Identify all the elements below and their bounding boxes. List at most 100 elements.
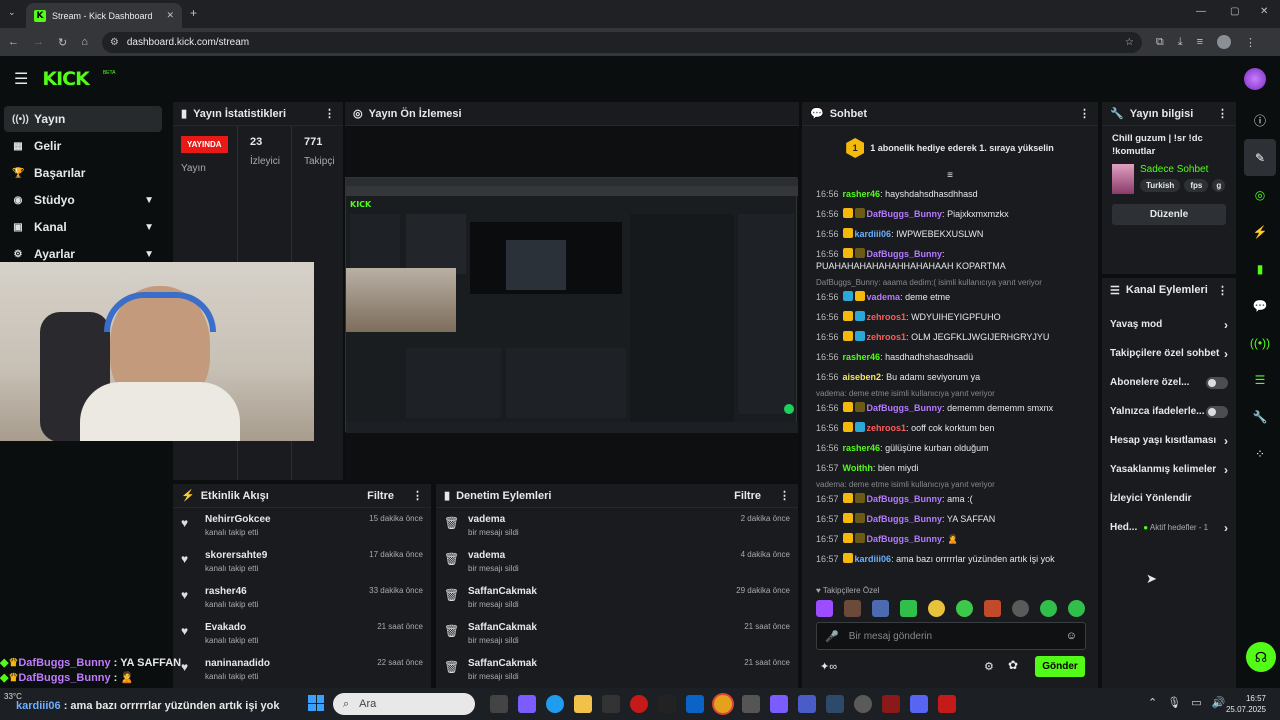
message-username[interactable]: rasher46 — [843, 189, 881, 199]
category-name[interactable]: Sadece Sohbet — [1140, 164, 1225, 175]
more-options-icon[interactable]: ⋮ — [1079, 107, 1090, 120]
tab-list-icon[interactable]: ⌄ — [8, 7, 16, 18]
extensions-icon[interactable]: ⧉ — [1156, 36, 1164, 49]
tag-chip[interactable]: g — [1212, 179, 1226, 192]
app-icon[interactable] — [854, 695, 872, 713]
site-info-icon[interactable]: ⚙ — [110, 37, 119, 48]
sidebar-item-basarilar[interactable]: 🏆 Başarılar — [4, 160, 162, 186]
raid-row[interactable]: İzleyici Yönlendir — [1102, 484, 1236, 513]
info-icon[interactable]: ⓘ — [1240, 102, 1280, 139]
message-username[interactable]: DafBuggs_Bunny — [867, 249, 943, 259]
infinity-icon[interactable]: ✦∞ — [820, 660, 837, 673]
slow-mode-row[interactable]: Yavaş mod › — [1102, 310, 1236, 339]
lightning-toggle-icon[interactable]: ⚡ — [1240, 213, 1280, 250]
actions-toggle-icon[interactable]: ☰ — [1240, 361, 1280, 398]
microphone-icon[interactable]: 🎤 — [825, 630, 839, 643]
message-username[interactable]: zehroos1 — [867, 423, 907, 433]
account-age-row[interactable]: Hesap yaşı kısıtlaması › — [1102, 426, 1236, 455]
app-icon[interactable] — [770, 695, 788, 713]
window-close-icon[interactable]: ✕ — [1260, 6, 1268, 17]
discord-icon[interactable] — [910, 695, 928, 713]
filter-button[interactable]: Filtre — [734, 490, 761, 502]
clock[interactable]: 16:57 25.07.2025 — [1222, 693, 1266, 715]
forward-icon[interactable]: → — [33, 36, 44, 48]
layout-icon[interactable]: ⁘ — [1240, 435, 1280, 472]
more-options-icon[interactable]: ⋮ — [1217, 107, 1228, 120]
hamburger-menu-icon[interactable]: ☰ — [14, 69, 28, 89]
moderation-toggle-icon[interactable]: ▮ — [1240, 250, 1280, 287]
copilot-icon[interactable] — [518, 695, 536, 713]
message-username[interactable]: vadema — [867, 292, 901, 302]
emoji-picker-icon[interactable]: ☺ — [1066, 630, 1077, 642]
stream-preview-video[interactable]: KICK — [345, 177, 798, 433]
edit-button[interactable]: Düzenle — [1112, 204, 1226, 225]
emote-icon[interactable] — [928, 600, 945, 617]
new-tab-icon[interactable]: + — [190, 6, 197, 20]
app-icon[interactable] — [742, 695, 760, 713]
chat-settings-icon[interactable]: ⚙ — [984, 660, 994, 673]
chevron-up-icon[interactable]: ⌃ — [1148, 696, 1157, 709]
opera-icon[interactable] — [630, 695, 648, 713]
pinned-gift-banner[interactable]: 1 1 abonelik hediye ederek 1. sıraya yük… — [802, 126, 1098, 170]
filter-button[interactable]: Filtre — [367, 490, 394, 502]
support-headset-icon[interactable]: ☊ — [1246, 642, 1276, 672]
media-icon[interactable]: ≡ — [1197, 36, 1203, 48]
chrome-icon[interactable] — [714, 695, 732, 713]
close-tab-icon[interactable]: ✕ — [166, 10, 174, 21]
more-options-icon[interactable]: ⋮ — [412, 489, 423, 502]
maximize-icon[interactable]: ▢ — [1230, 6, 1239, 17]
emote-icon[interactable] — [872, 600, 889, 617]
app-icon[interactable] — [826, 695, 844, 713]
reload-icon[interactable]: ↻ — [58, 36, 67, 49]
back-icon[interactable]: ← — [8, 36, 19, 48]
microphone-tray-icon[interactable]: 🎙 — [1167, 696, 1181, 709]
sidebar-item-kanal[interactable]: ▣ Kanal ▼ — [4, 214, 162, 240]
send-button[interactable]: Gönder — [1035, 656, 1085, 677]
message-username[interactable]: zehroos1 — [867, 332, 907, 342]
store-icon[interactable] — [602, 695, 620, 713]
message-username[interactable]: Woithh — [843, 463, 873, 473]
message-username[interactable]: rasher46 — [843, 352, 881, 362]
gift-icon[interactable]: ✿ — [1008, 658, 1018, 672]
broadcast-toggle-icon[interactable]: ((•)) — [1240, 324, 1280, 361]
browser-tab[interactable]: K Stream - Kick Dashboard ✕ — [26, 3, 182, 28]
sidebar-item-gelir[interactable]: ▦ Gelir — [4, 133, 162, 159]
message-username[interactable]: DafBuggs_Bunny — [867, 514, 943, 524]
profile-icon[interactable] — [1217, 35, 1232, 49]
more-options-icon[interactable]: ⋮ — [779, 489, 790, 502]
tiktok-icon[interactable] — [658, 695, 676, 713]
edit-pencil-icon[interactable]: ✎ — [1244, 139, 1276, 176]
emote-icon[interactable] — [1040, 600, 1057, 617]
subscribers-only-toggle[interactable] — [1206, 376, 1228, 389]
teams-icon[interactable] — [798, 695, 816, 713]
url-field[interactable]: ⚙ dashboard.kick.com/stream ☆ — [101, 31, 1142, 53]
message-username[interactable]: rasher46 — [843, 443, 881, 453]
emote-icon[interactable] — [984, 600, 1001, 617]
network-icon[interactable]: ▭ — [1191, 696, 1201, 709]
taskbar-search[interactable]: ⌕ Ara — [333, 693, 475, 715]
windows-start-icon[interactable] — [308, 695, 324, 711]
minimize-icon[interactable]: — — [1196, 6, 1206, 17]
chat-toggle-icon[interactable]: 💬 — [1240, 287, 1280, 324]
wrench-toggle-icon[interactable]: 🔧 — [1240, 398, 1280, 435]
chat-input[interactable]: 🎤 Bir mesaj gönderin ☺ — [816, 622, 1086, 650]
emote-only-toggle[interactable] — [1206, 405, 1228, 418]
emote-icon[interactable] — [956, 600, 973, 617]
goals-row[interactable]: Hed... ● Aktif hedefler - 1 › — [1102, 513, 1236, 542]
browser-menu-icon[interactable]: ⋮ — [1245, 36, 1256, 49]
app-icon[interactable] — [882, 695, 900, 713]
home-icon[interactable]: ⌂ — [81, 36, 88, 48]
user-avatar[interactable] — [1244, 68, 1266, 90]
emote-icon[interactable] — [844, 600, 861, 617]
message-username[interactable]: DafBuggs_Bunny — [867, 209, 943, 219]
sort-lines-icon[interactable]: ≡ — [802, 170, 1098, 184]
emote-icon[interactable] — [816, 600, 833, 617]
emote-icon[interactable] — [900, 600, 917, 617]
tag-chip[interactable]: Turkish — [1140, 179, 1181, 192]
tag-chip[interactable]: fps — [1184, 179, 1209, 192]
message-username[interactable]: DafBuggs_Bunny — [867, 403, 943, 413]
app-icon[interactable] — [938, 695, 956, 713]
preview-toggle-icon[interactable]: ◎ — [1240, 176, 1280, 213]
emote-icon[interactable] — [1068, 600, 1085, 617]
emote-icon[interactable] — [1012, 600, 1029, 617]
